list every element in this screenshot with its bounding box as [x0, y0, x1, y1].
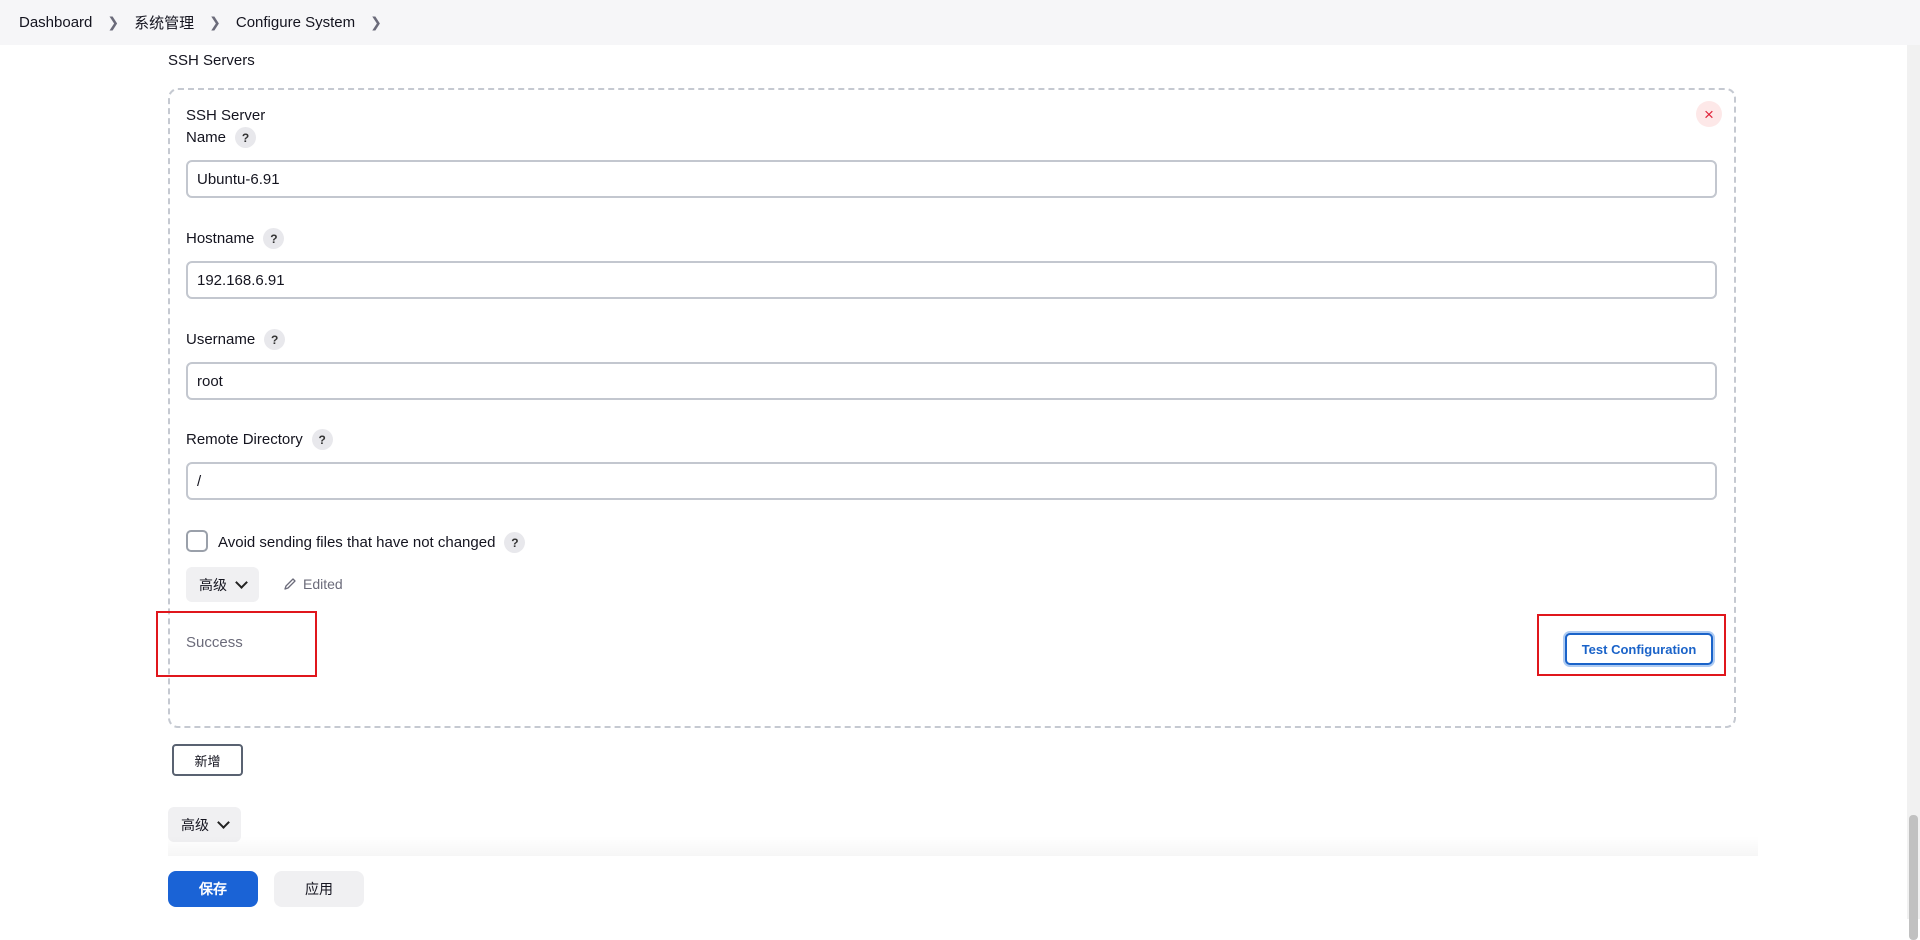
- scrollbar-thumb[interactable]: [1909, 815, 1918, 940]
- help-icon[interactable]: ?: [235, 127, 257, 148]
- remote-directory-label: Remote Directory ?: [186, 429, 333, 450]
- remote-directory-label-text: Remote Directory: [186, 431, 303, 448]
- section-title: SSH Servers: [168, 52, 255, 69]
- add-server-button[interactable]: 新增: [172, 744, 243, 776]
- footer-shadow: [168, 836, 1758, 856]
- close-glyph: ×: [1704, 104, 1714, 124]
- avoid-sending-label-text: Avoid sending files that have not change…: [218, 534, 496, 551]
- avoid-sending-checkbox[interactable]: [186, 530, 208, 552]
- username-label: Username ?: [186, 329, 286, 350]
- edited-indicator: Edited: [283, 576, 343, 592]
- advanced-label-outer: 高级: [181, 816, 209, 833]
- chevron-down-icon: [235, 576, 248, 589]
- username-input[interactable]: [186, 362, 1717, 400]
- chevron-right-icon: ❯: [209, 14, 221, 30]
- name-label-text: Name: [186, 129, 227, 146]
- breadcrumb-dashboard[interactable]: Dashboard: [19, 14, 92, 31]
- name-label: Name ?: [186, 127, 257, 148]
- hostname-label: Hostname ?: [186, 228, 285, 249]
- help-icon[interactable]: ?: [263, 228, 285, 249]
- apply-button[interactable]: 应用: [274, 871, 364, 907]
- advanced-button[interactable]: 高级: [186, 567, 259, 602]
- pencil-icon: [284, 578, 296, 590]
- chevron-down-icon: [217, 816, 230, 829]
- breadcrumb: Dashboard ❯ 系统管理 ❯ Configure System ❯: [0, 0, 1920, 45]
- advanced-label: 高级: [199, 576, 227, 593]
- highlight-box-test-button: [1537, 614, 1726, 676]
- edited-label: Edited: [303, 576, 343, 592]
- help-icon[interactable]: ?: [311, 429, 333, 450]
- hostname-label-text: Hostname: [186, 230, 255, 247]
- help-icon[interactable]: ?: [264, 329, 286, 350]
- scrollbar[interactable]: [1907, 45, 1920, 940]
- name-input[interactable]: [186, 160, 1717, 198]
- highlight-box-status: [156, 611, 317, 677]
- breadcrumb-configure-system[interactable]: Configure System: [236, 14, 355, 31]
- username-label-text: Username: [186, 331, 256, 348]
- close-icon[interactable]: ×: [1696, 101, 1722, 127]
- chevron-right-icon: ❯: [107, 14, 120, 30]
- server-heading: SSH Server: [186, 107, 266, 124]
- help-icon[interactable]: ?: [504, 532, 526, 553]
- breadcrumb-system-admin[interactable]: 系统管理: [134, 12, 194, 33]
- save-button[interactable]: 保存: [168, 871, 258, 907]
- avoid-sending-label: Avoid sending files that have not change…: [218, 532, 526, 553]
- remote-directory-input[interactable]: [186, 462, 1717, 500]
- chevron-right-icon[interactable]: ❯: [370, 14, 382, 31]
- hostname-input[interactable]: [186, 261, 1717, 299]
